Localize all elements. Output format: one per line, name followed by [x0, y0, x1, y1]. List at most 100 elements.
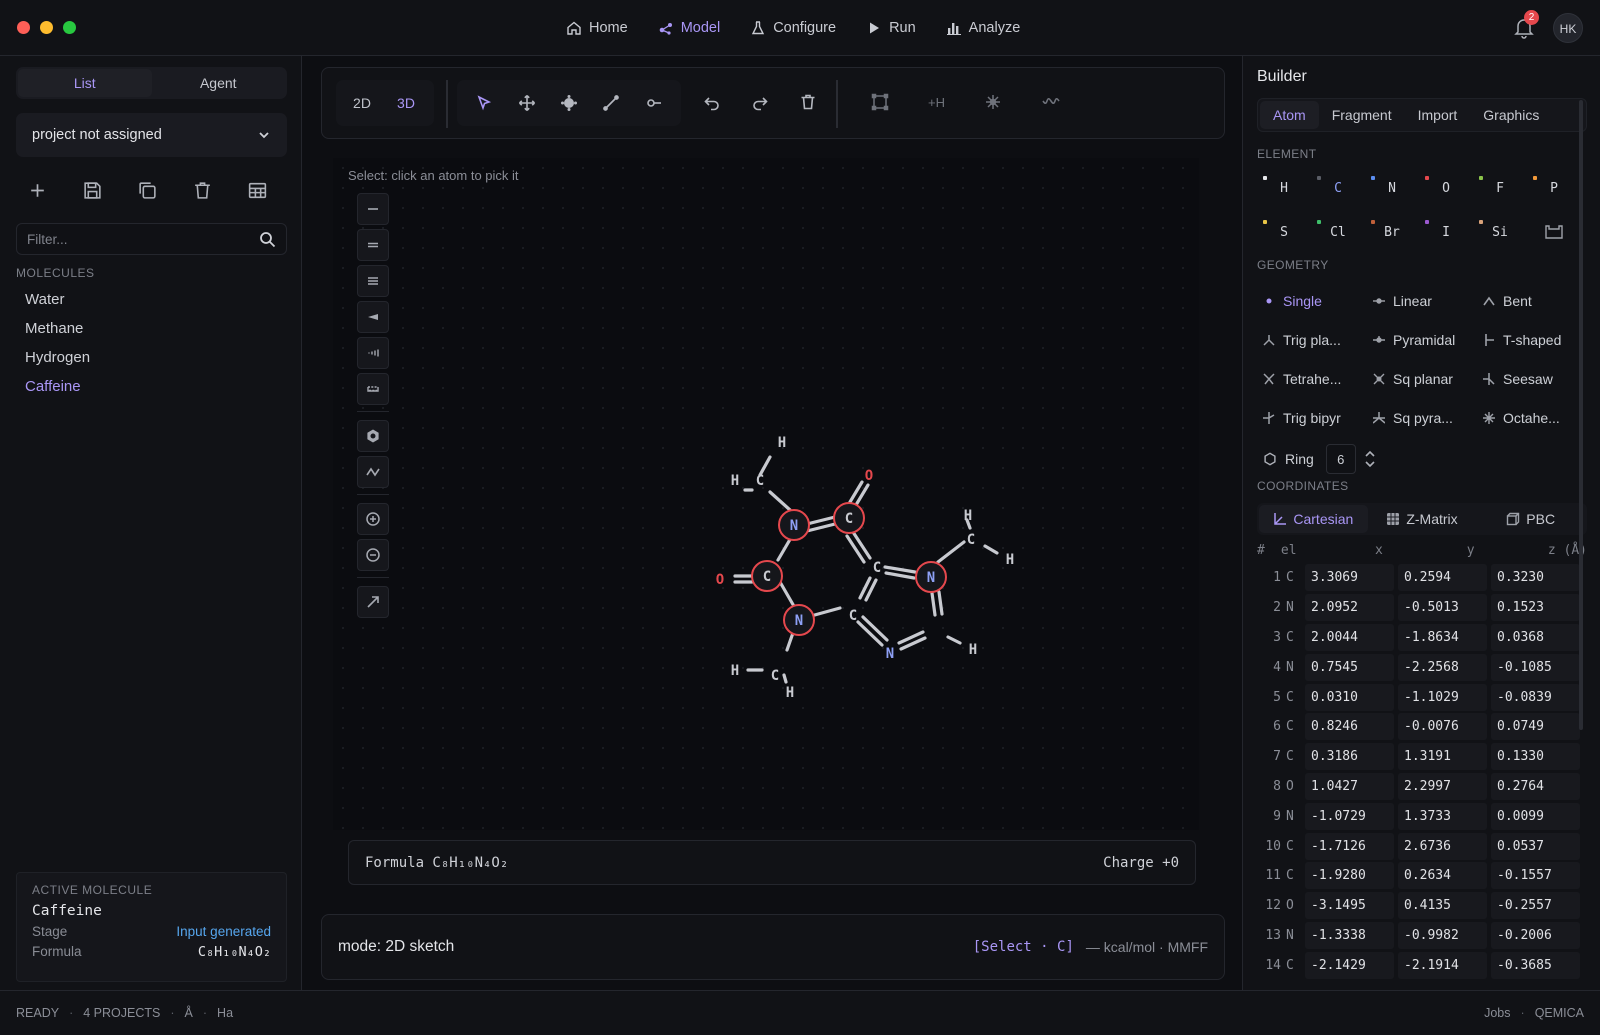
geometry-option[interactable]: Trig bipyr: [1257, 398, 1367, 437]
geometry-option[interactable]: Octahe...: [1477, 398, 1592, 437]
coord-x[interactable]: 3.3069: [1305, 564, 1394, 592]
coord-z[interactable]: -0.1085: [1491, 653, 1580, 681]
coord-x[interactable]: 0.3186: [1305, 743, 1394, 771]
atom-label[interactable]: C: [771, 668, 779, 684]
atom-label[interactable]: H: [964, 508, 972, 524]
coord-x[interactable]: -3.1495: [1305, 892, 1394, 920]
coord-z[interactable]: -0.3685: [1491, 951, 1580, 979]
coord-z[interactable]: 0.0537: [1491, 832, 1580, 860]
coord-z[interactable]: -0.2557: [1491, 892, 1580, 920]
tab-list[interactable]: List: [18, 69, 152, 97]
mode-2d-button[interactable]: 2D: [340, 95, 384, 111]
coord-y[interactable]: -2.2568: [1398, 653, 1487, 681]
jobs-link[interactable]: Jobs: [1484, 1006, 1510, 1020]
coord-x[interactable]: 1.0427: [1305, 772, 1394, 800]
coord-y[interactable]: -1.8634: [1398, 623, 1487, 651]
move-tool[interactable]: [517, 93, 537, 113]
geometry-option[interactable]: Linear: [1367, 281, 1477, 320]
coord-z[interactable]: -0.0839: [1491, 683, 1580, 711]
nav-home[interactable]: Home: [555, 14, 639, 42]
geometry-option[interactable]: Sq planar: [1367, 359, 1477, 398]
element-button[interactable]: S: [1257, 216, 1311, 248]
undo-button[interactable]: [702, 92, 722, 112]
atom-label[interactable]: N: [790, 518, 798, 534]
zoom-out-button[interactable]: [357, 539, 389, 571]
coord-y[interactable]: 1.3191: [1398, 743, 1487, 771]
wedge-bond-button[interactable]: [357, 301, 389, 333]
coord-y[interactable]: 2.6736: [1398, 832, 1487, 860]
element-button[interactable]: I: [1419, 216, 1473, 248]
duplicate-icon[interactable]: [137, 180, 158, 201]
atom-label[interactable]: C: [967, 532, 975, 548]
geometry-option[interactable]: T-shaped: [1477, 320, 1592, 359]
ring-tool-button[interactable]: [357, 420, 389, 452]
chevron-up-icon[interactable]: [1364, 449, 1376, 459]
tab-graphics[interactable]: Graphics: [1470, 101, 1552, 129]
coord-y[interactable]: 0.4135: [1398, 892, 1487, 920]
coord-z[interactable]: 0.1330: [1491, 743, 1580, 771]
save-icon[interactable]: [82, 180, 103, 201]
atom-label[interactable]: C: [845, 511, 853, 527]
tab-fragment[interactable]: Fragment: [1319, 101, 1405, 129]
atom-label[interactable]: H: [1006, 552, 1014, 568]
element-button[interactable]: Si: [1473, 216, 1527, 248]
tab-atom[interactable]: Atom: [1260, 101, 1319, 129]
triple-bond-button[interactable]: [357, 265, 389, 297]
geometry-option[interactable]: Bent: [1477, 281, 1592, 320]
coord-z[interactable]: 0.1523: [1491, 594, 1580, 622]
bond-tool[interactable]: [601, 93, 621, 113]
atom-label[interactable]: N: [795, 613, 803, 629]
atom-label[interactable]: O: [865, 468, 873, 484]
coord-z[interactable]: 0.2764: [1491, 772, 1580, 800]
coord-x[interactable]: -1.0729: [1305, 802, 1394, 830]
geometry-option[interactable]: Sq pyra...: [1367, 398, 1477, 437]
tab-zmatrix[interactable]: Z-Matrix: [1368, 505, 1477, 533]
element-button[interactable]: C: [1311, 172, 1365, 204]
filter-input[interactable]: [27, 231, 227, 247]
coord-x[interactable]: 2.0952: [1305, 594, 1394, 622]
atom-label[interactable]: C: [849, 608, 857, 624]
coord-z[interactable]: -0.2006: [1491, 921, 1580, 949]
coord-z[interactable]: 0.0099: [1491, 802, 1580, 830]
element-button[interactable]: F: [1473, 172, 1527, 204]
atom-label[interactable]: N: [927, 570, 935, 586]
project-select[interactable]: project not assigned: [16, 113, 287, 157]
expand-button[interactable]: [357, 586, 389, 618]
list-item[interactable]: Caffeine: [16, 372, 287, 401]
tab-import[interactable]: Import: [1405, 101, 1471, 129]
atom-label[interactable]: O: [716, 572, 724, 588]
minimize-window-button[interactable]: [40, 21, 53, 34]
coord-z[interactable]: -0.1557: [1491, 862, 1580, 890]
hash-bond-button[interactable]: [357, 337, 389, 369]
element-button[interactable]: O: [1419, 172, 1473, 204]
coord-y[interactable]: -0.9982: [1398, 921, 1487, 949]
aromatic-bond-button[interactable]: [357, 373, 389, 405]
coord-x[interactable]: 0.8246: [1305, 713, 1394, 741]
coord-x[interactable]: -1.3338: [1305, 921, 1394, 949]
coord-y[interactable]: -0.0076: [1398, 713, 1487, 741]
tab-cartesian[interactable]: Cartesian: [1259, 505, 1368, 533]
element-button[interactable]: Br: [1365, 216, 1419, 248]
caffeine-structure[interactable]: H H C O N C H C H N C O C N C H N H C H: [710, 430, 1050, 730]
atom-label[interactable]: N: [886, 646, 894, 662]
maximize-window-button[interactable]: [63, 21, 76, 34]
coord-y[interactable]: 0.2634: [1398, 862, 1487, 890]
coord-z[interactable]: 0.0749: [1491, 713, 1580, 741]
nav-configure[interactable]: Configure: [739, 14, 847, 42]
coord-x[interactable]: -1.9280: [1305, 862, 1394, 890]
coord-y[interactable]: 2.2997: [1398, 772, 1487, 800]
avatar[interactable]: HK: [1553, 13, 1583, 43]
atom-label[interactable]: C: [873, 560, 881, 576]
tab-pbc[interactable]: PBC: [1476, 505, 1585, 533]
close-window-button[interactable]: [17, 21, 30, 34]
delete-button[interactable]: [798, 92, 818, 112]
nav-run[interactable]: Run: [855, 14, 927, 42]
nav-model[interactable]: Model: [647, 14, 732, 42]
ring-size-input[interactable]: 6: [1325, 444, 1356, 474]
coord-x[interactable]: -2.1429: [1305, 951, 1394, 979]
coord-y[interactable]: 1.3733: [1398, 802, 1487, 830]
coord-y[interactable]: 0.2594: [1398, 564, 1487, 592]
filter-field[interactable]: [16, 223, 287, 255]
coord-y[interactable]: -1.1029: [1398, 683, 1487, 711]
measure-tool[interactable]: [644, 93, 664, 113]
